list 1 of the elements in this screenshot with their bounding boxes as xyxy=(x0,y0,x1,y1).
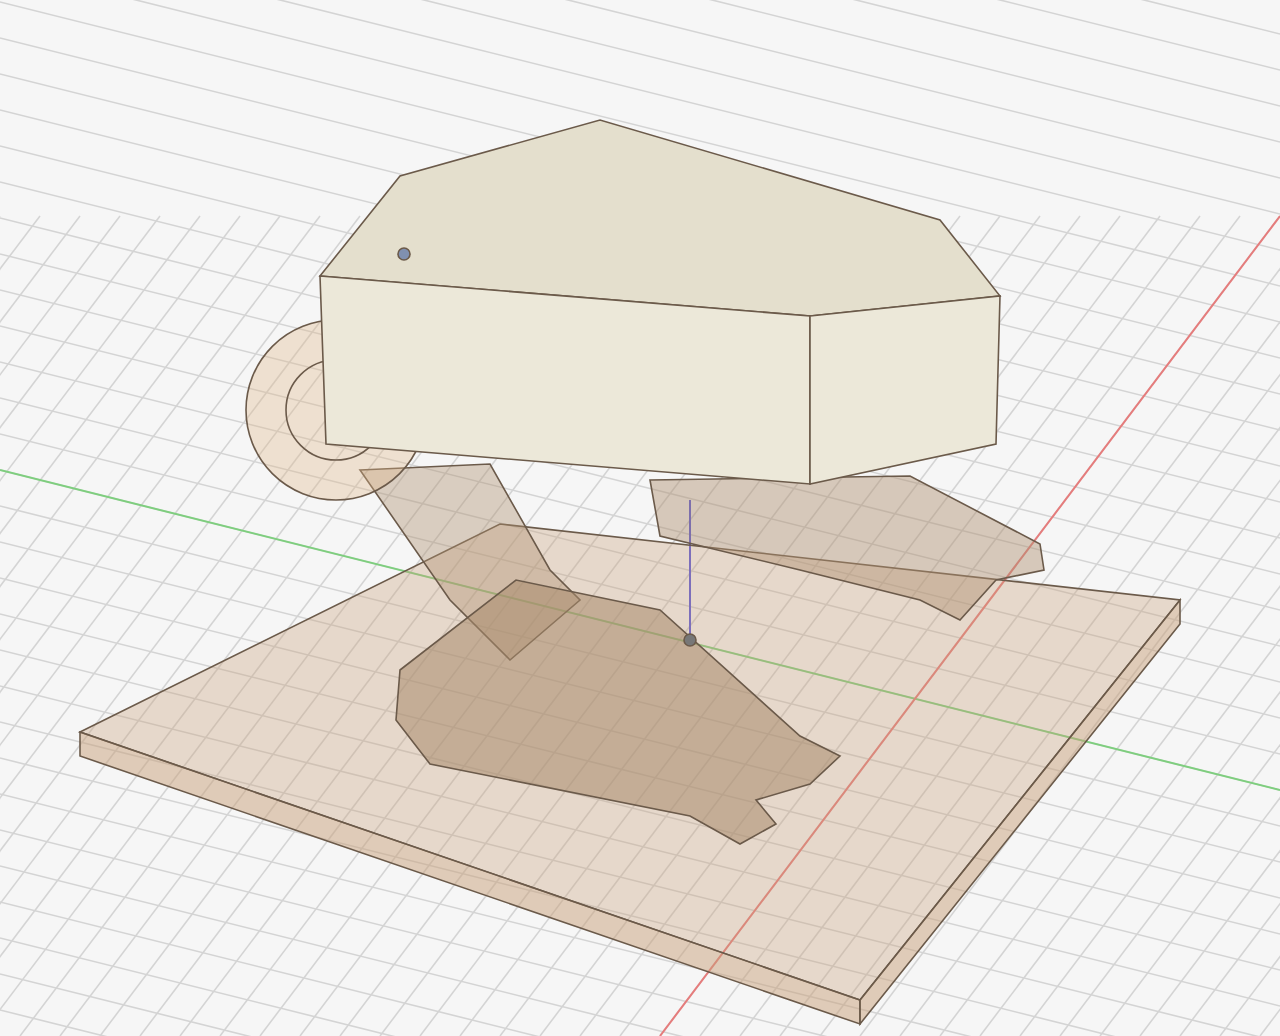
cad-model-drawing[interactable] xyxy=(77,119,1182,1027)
